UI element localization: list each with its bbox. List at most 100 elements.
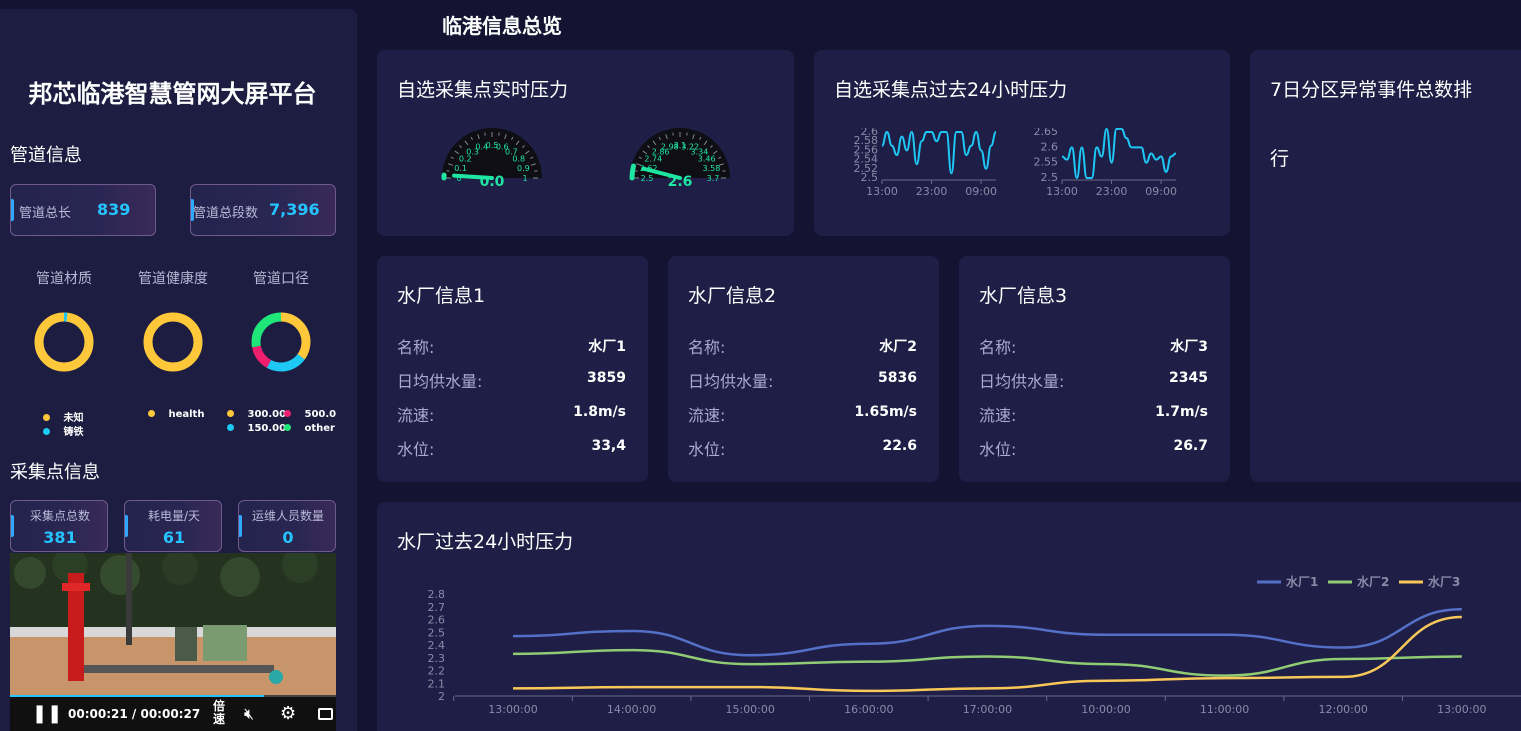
plant-velocity-key: 流速: [979,406,1017,425]
video-current-time: 00:00:21 [68,707,128,721]
mute-icon[interactable]: 🔇︎ [244,704,254,724]
legend-label[interactable]: 水厂1 [1286,574,1318,589]
plant-name-key: 名称: [397,338,435,357]
realtime-pressure-panel: 自选采集点实时压力 0 0.1 0.2 0.3 0.4 0.5 0.6 0.7 0.8 0.9 1 0… [377,50,794,236]
health-donut-title: 管道健康度 [138,271,208,287]
x-tick-label: 13:00:00 [488,703,537,716]
plant-supply-value: 2345 [1169,370,1208,386]
x-tick-label: 16:00:00 [844,703,893,716]
y-tick-label: 2.3 [428,652,446,665]
plant-level-value: 26.7 [1173,438,1208,454]
power-usage-card: 耗电量/天 61 [124,500,222,552]
legend-item-300[interactable]: 300.00 [227,409,286,420]
legend-item-150[interactable]: 150.00 [227,423,286,434]
donut-slice-unknown[interactable] [34,312,94,372]
power-usage-label: 耗电量/天 [147,509,201,523]
y-tick-label: 2.8 [428,588,446,601]
collect-count-label: 采集点总数 [29,509,90,523]
x-tick-label: 13:00 [866,185,898,198]
legend-item-cast-iron[interactable]: 铸铁 [43,423,83,438]
y-tick-label: 2.65 [1034,128,1059,138]
plant-supply-value: 5836 [878,370,917,386]
plant-title: 水厂信息1 [397,285,486,307]
legend-item-unknown[interactable]: 未知 [43,409,83,424]
diameter-donut-chart [251,312,311,372]
power-usage-value: 61 [162,528,186,547]
donut-slice-health[interactable] [143,312,203,372]
legend-item-health[interactable]: health [148,409,204,420]
series-line-水厂2[interactable] [512,648,1462,677]
legend-label: 500.0 [304,409,337,420]
gauge-tick-label: 1 [522,174,527,183]
diameter-donut-title: 管道口径 [253,271,309,287]
plant-card-2: 水厂信息2 名称: 水厂2 日均供水量: 5836 流速: 1.65m/s 水位… [668,256,939,482]
material-donut-title: 管道材质 [36,271,92,287]
gauge-value: 0.0 [480,174,505,190]
pipe-length-card: 管道总长 839 [10,184,156,236]
series-line-水厂3[interactable] [512,615,1462,693]
plant-name-value: 水厂2 [879,339,917,355]
plant-pressure-panel: 水厂过去24小时压力 2 2.1 2.2 2.3 2.4 2.5 2.6 2.7 2.8 13:0… [377,502,1521,731]
picture-in-picture-icon[interactable] [318,708,333,720]
settings-icon[interactable]: ⚙ [280,703,296,724]
series-line-水厂1[interactable] [512,608,1462,657]
plant-velocity-value: 1.65m/s [854,404,917,420]
plant-level-value: 22.6 [882,438,917,454]
legend-item-other[interactable]: other [284,423,335,434]
plant-pressure-chart: 22.12.22.32.42.52.62.72.8 13:00:00 14:00:0… [428,574,1521,716]
plant-level-value: 33,4 [591,438,626,454]
y-tick-label: 2.4 [428,639,446,652]
sparkline-chart-1: 2.52.522.542.562.582.613:00 23:00 09:00 [854,128,997,198]
legend-item-500[interactable]: 500.0 [284,409,336,420]
plant-level-key: 水位: [688,440,726,459]
x-tick-label: 10:00:00 [1081,703,1130,716]
plant-card-1: 水厂信息1 名称: 水厂1 日均供水量: 3859 流速: 1.8m/s 水位:… [377,256,648,482]
plant-velocity-value: 1.8m/s [573,404,626,420]
legend-label[interactable]: 水厂2 [1357,574,1389,589]
video-controls: ❚❚ 00:00:21 / 00:00:27 倍速 🔇︎ ⚙ [10,697,336,731]
y-tick-label: 2 [438,690,445,703]
legend-dot [227,424,234,431]
series-line[interactable] [881,130,997,175]
collect-count-value: 381 [43,528,77,547]
x-tick-label: 14:00:00 [607,703,656,716]
video-player[interactable]: ❚❚ 00:00:21 / 00:00:27 倍速 🔇︎ ⚙ [10,553,336,731]
pipeline-section-title: 管道信息 [10,145,82,166]
pipe-length-label: 管道总长 [19,206,72,221]
y-tick-label: 2.2 [428,665,446,678]
plant-name-key: 名称: [688,338,726,357]
plant-level-key: 水位: [397,440,435,459]
plant-card-3: 水厂信息3 名称: 水厂3 日均供水量: 2345 流速: 1.7m/s 水位:… [959,256,1230,482]
plant-velocity-key: 流速: [688,406,726,425]
legend-dot [43,428,50,435]
anomaly-rank-panel: 7日分区异常事件总数排 行 [1250,50,1521,482]
legend-dot [43,414,50,421]
y-tick-label: 2.1 [428,677,446,690]
video-frame [10,553,336,697]
video-time-separator: / [131,707,137,721]
staff-count-card: 运维人员数量 0 [238,500,336,552]
legend-label: 150.00 [247,423,287,434]
legend-dot [284,424,291,431]
video-time: 00:00:21 / 00:00:27 [68,707,200,721]
pause-icon[interactable]: ❚❚ [32,703,62,724]
playback-speed-button[interactable]: 倍速 [213,700,227,726]
x-tick-label: 12:00:00 [1318,703,1367,716]
series-line[interactable] [1061,128,1177,180]
legend-label[interactable]: 水厂3 [1428,574,1460,589]
gauge-progress-arc [629,163,637,181]
x-tick-label: 13:00:00 [1437,703,1486,716]
page-title: 临港信息总览 [442,14,562,38]
legend-label: 300.00 [247,409,287,420]
gauge-tick-label: 0.9 [517,164,530,173]
plant-pressure-title: 水厂过去24小时压力 [397,531,574,553]
staff-count-label: 运维人员数量 [251,509,324,523]
staff-count-value: 0 [282,528,294,547]
y-tick-label: 2.5 [1041,171,1059,184]
sparkline-chart-2: 2.5 2.55 2.6 2.65 13:00 23:00 09:00 [1034,128,1177,198]
x-tick-label: 09:00 [1145,185,1177,198]
collect-count-card: 采集点总数 381 [10,500,108,552]
y-tick-label: 2.6 [861,128,879,138]
y-tick-label: 2.6 [428,614,446,627]
collect-section-title: 采集点信息 [10,462,100,483]
